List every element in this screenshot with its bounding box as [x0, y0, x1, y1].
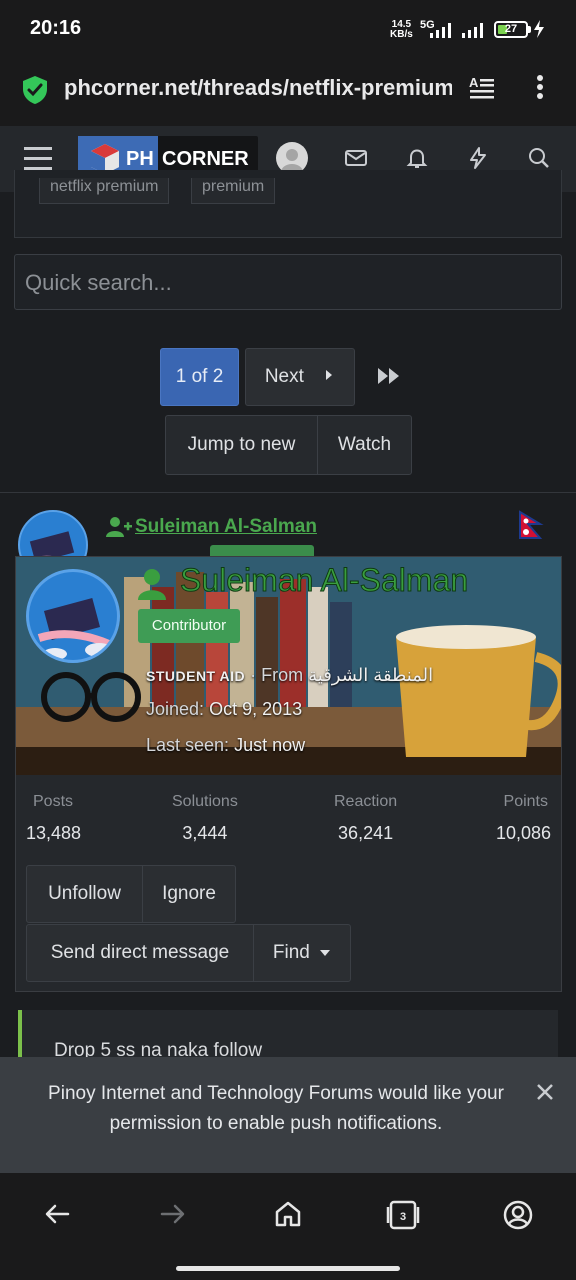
logo-text-ph: PH — [126, 148, 154, 170]
bolt-icon[interactable] — [466, 146, 490, 170]
home-icon[interactable] — [273, 1199, 303, 1229]
forward-arrow-icon[interactable] — [158, 1199, 188, 1229]
push-notification-prompt: Pinoy Internet and Technology Forums wou… — [0, 1057, 576, 1173]
bell-icon[interactable] — [405, 146, 429, 170]
stat-value: 3,444 — [182, 823, 228, 843]
member-stats: Posts 13,488 Solutions 3,444 Reaction 36… — [16, 787, 561, 857]
tab-count: 3 — [400, 1211, 406, 1223]
last-seen-label: Last seen: — [146, 735, 230, 755]
more-vert-icon[interactable] — [530, 74, 550, 102]
post-username[interactable]: Suleiman Al-Salman — [135, 516, 317, 538]
unfollow-button[interactable]: Unfollow — [26, 865, 143, 923]
stat-points[interactable]: Points 10,086 — [496, 793, 551, 844]
thread-actions-group: Jump to new Watch — [165, 415, 412, 475]
user-icon — [138, 569, 166, 600]
tags-box: netflix premium premium — [14, 170, 562, 238]
stat-label: Solutions — [172, 793, 238, 810]
last-page-icon[interactable] — [376, 366, 402, 386]
member-card: Suleiman Al-Salman Contributor STUDENT A… — [15, 556, 562, 992]
send-direct-message-button[interactable]: Send direct message — [26, 924, 254, 982]
svg-text:A: A — [469, 75, 479, 90]
network-speed: 14.5 KB/s — [390, 20, 413, 40]
from-label: · From — [250, 665, 304, 685]
user-title: STUDENT AID — [146, 668, 246, 684]
nepal-flag-icon — [519, 510, 544, 539]
member-card-avatar[interactable] — [26, 569, 120, 663]
caret-down-icon — [320, 949, 331, 956]
joined-label: Joined: — [146, 699, 205, 719]
post-quote: Drop 5 ss na naka follow — [18, 1010, 558, 1057]
joined-line: Joined: Oct 9, 2013 — [146, 699, 302, 720]
last-seen-value: Just now — [234, 735, 306, 755]
browser-url-bar: phcorner.net/threads/netflix-premium A — [0, 60, 576, 126]
find-label: Find — [272, 942, 310, 963]
stat-posts[interactable]: Posts 13,488 — [26, 793, 81, 844]
next-page-label: Next — [264, 366, 304, 387]
reader-mode-icon[interactable]: A — [468, 74, 496, 102]
member-card-username[interactable]: Suleiman Al-Salman — [179, 562, 468, 599]
network-speed-unit: KB/s — [390, 29, 413, 40]
hamburger-icon[interactable] — [24, 146, 54, 172]
ignore-button[interactable]: Ignore — [142, 865, 236, 923]
mail-icon[interactable] — [344, 146, 368, 170]
quick-search-input[interactable]: Quick search... — [14, 254, 562, 310]
account-icon[interactable] — [502, 1199, 534, 1231]
stat-label: Reaction — [334, 793, 398, 810]
url-text[interactable]: phcorner.net/threads/netflix-premium — [64, 75, 452, 105]
browser-bottom-nav: 3 — [0, 1173, 576, 1280]
stat-value: 36,241 — [338, 823, 394, 843]
signal-icon-sim1 — [430, 23, 451, 38]
divider — [0, 492, 576, 493]
charging-icon — [534, 20, 544, 38]
stat-value: 13,488 — [26, 823, 82, 843]
find-dropdown-button[interactable]: Find — [253, 924, 351, 982]
user-icon — [106, 517, 132, 537]
clock: 20:16 — [30, 17, 82, 39]
stat-reaction[interactable]: Reaction 36,241 — [334, 793, 397, 844]
close-icon[interactable] — [536, 1083, 554, 1101]
stat-label: Points — [503, 793, 548, 810]
gesture-bar — [176, 1266, 400, 1271]
battery-level: 27 — [504, 23, 518, 35]
page-indicator[interactable]: 1 of 2 — [160, 348, 239, 406]
stat-solutions[interactable]: Solutions 3,444 — [172, 793, 238, 844]
last-seen-line: Last seen: Just now — [146, 735, 305, 756]
user-title-line: STUDENT AID · From المنطقة الشرقية — [146, 665, 433, 686]
logo-text-corner: CORNER — [162, 148, 249, 170]
tabs-icon[interactable]: 3 — [385, 1199, 421, 1231]
status-bar: 20:16 14.5 KB/s 5G 27 — [0, 0, 576, 60]
stat-value: 10,086 — [495, 823, 551, 843]
signal-icon-sim2 — [462, 23, 483, 38]
stat-label: Posts — [33, 793, 74, 810]
user-title-badge: Contributor — [138, 609, 240, 643]
next-page-button[interactable]: Next — [245, 348, 355, 406]
jump-to-new-button[interactable]: Jump to new — [166, 416, 318, 474]
joined-date: Oct 9, 2013 — [209, 699, 303, 719]
user-location: المنطقة الشرقية — [308, 665, 434, 685]
quote-text: Drop 5 ss na naka follow — [54, 1040, 263, 1057]
prompt-text: Pinoy Internet and Technology Forums wou… — [48, 1083, 504, 1134]
shield-check-icon[interactable] — [22, 75, 48, 105]
battery-icon: 27 — [494, 21, 528, 38]
search-icon[interactable] — [527, 146, 551, 170]
tag-item[interactable]: premium — [191, 178, 276, 204]
chevron-right-icon — [326, 370, 333, 380]
profile-banner: Suleiman Al-Salman Contributor STUDENT A… — [16, 557, 561, 775]
back-arrow-icon[interactable] — [42, 1199, 72, 1229]
watch-button[interactable]: Watch — [318, 416, 411, 474]
tag-item[interactable]: netflix premium — [39, 178, 170, 204]
